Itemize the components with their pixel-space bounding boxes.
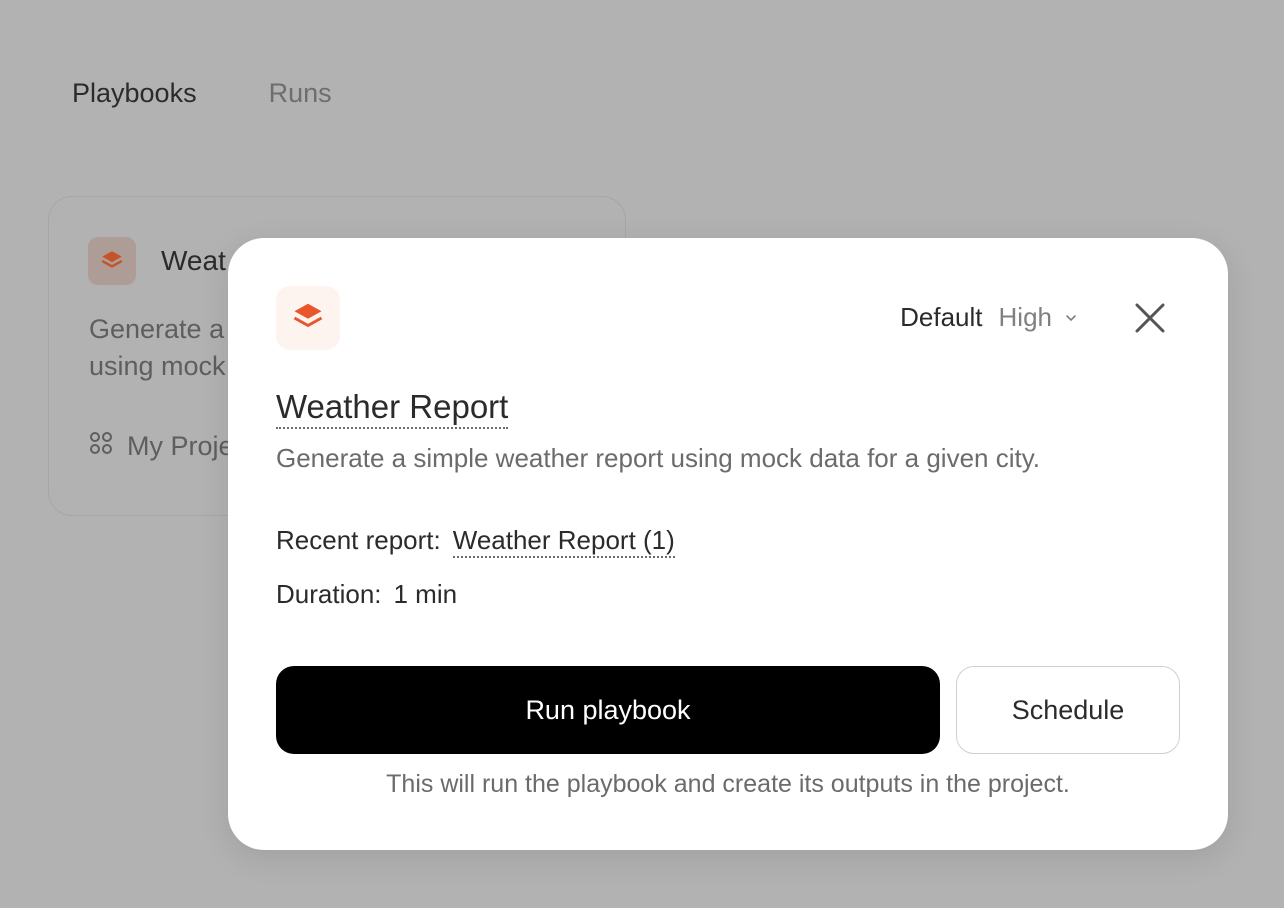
run-footnote: This will run the playbook and create it…: [386, 770, 1070, 798]
playbook-title[interactable]: Weather Report: [276, 388, 509, 429]
recent-report-label: Recent report:: [276, 525, 441, 555]
run-playbook-button[interactable]: Run playbook: [276, 666, 940, 754]
grid-icon: [89, 431, 113, 462]
tab-runs[interactable]: Runs: [269, 78, 332, 109]
card-project-label: My Proje: [127, 431, 234, 461]
schedule-button[interactable]: Schedule: [956, 666, 1180, 754]
recent-report-link[interactable]: Weather Report (1): [452, 524, 675, 558]
duration-value: 1 min: [393, 579, 458, 609]
recent-report-row: Recent report: Weather Report (1): [276, 524, 675, 558]
tab-bar: Playbooks Runs: [72, 78, 332, 109]
run-playbook-modal: Default High Weather Report Generate a s…: [228, 238, 1228, 850]
model-settings: Default High: [900, 302, 1078, 333]
chevron-down-icon[interactable]: [1064, 311, 1078, 325]
tab-playbooks[interactable]: Playbooks: [72, 78, 197, 109]
mode-label: Default: [900, 302, 983, 332]
duration-row: Duration: 1 min: [276, 579, 457, 610]
layers-icon: [276, 286, 340, 350]
level-select[interactable]: High: [999, 302, 1052, 333]
playbook-description: Generate a simple weather report using m…: [276, 443, 1041, 473]
layers-icon: [88, 237, 136, 285]
close-icon[interactable]: [1132, 300, 1168, 336]
card-project: My Proje: [89, 431, 234, 462]
duration-label: Duration:: [276, 579, 382, 609]
card-title: Weat: [161, 245, 226, 276]
page: Playbooks Runs Weat Generate a using moc…: [0, 0, 1284, 908]
